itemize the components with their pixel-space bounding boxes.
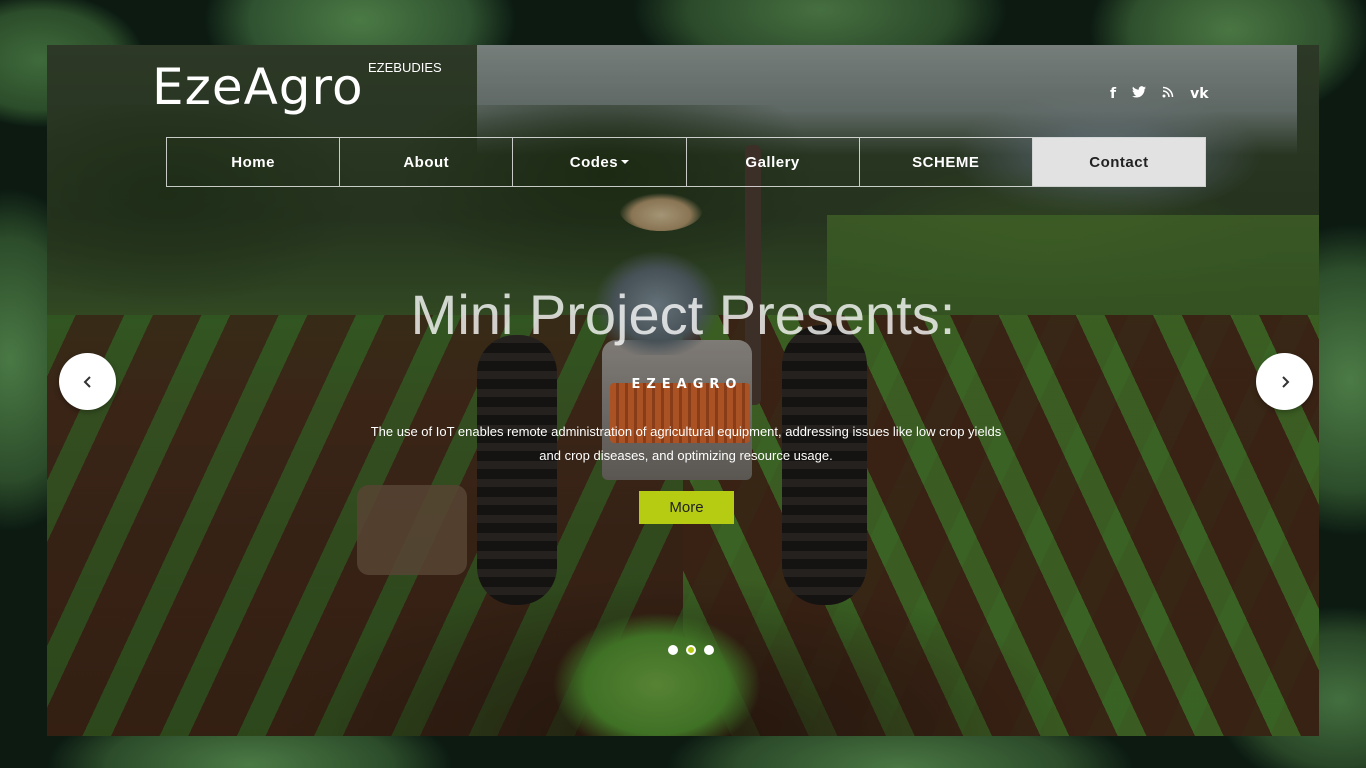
nav-item-gallery[interactable]: Gallery [687,138,860,186]
carousel-dot[interactable] [704,645,714,655]
main-nav: Home About Codes Gallery SCHEME Contact [166,137,1206,187]
social-links: f vk [1110,86,1209,102]
carousel-prev-button[interactable] [59,353,116,410]
carousel-next-button[interactable] [1256,353,1313,410]
nav-item-home[interactable]: Home [167,138,341,186]
site-logo[interactable]: EzeAgro [152,58,364,116]
nav-item-scheme[interactable]: SCHEME [860,138,1033,186]
site-subtitle: EZEBUDIES [368,60,442,75]
chevron-down-icon [621,160,630,164]
twitter-icon[interactable] [1132,86,1147,102]
nav-item-codes[interactable]: Codes [513,138,687,186]
carousel-dot[interactable] [668,645,678,655]
chevron-right-icon [1281,375,1289,388]
tractor-brand-text: EZEAGRO [631,377,743,392]
slide-headline: Mini Project Presents: [410,283,956,346]
rss-icon[interactable] [1162,86,1174,102]
chevron-left-icon [83,375,91,388]
carousel-indicators [668,645,714,655]
slide-description: The use of IoT enables remote administra… [370,424,1002,463]
vk-icon[interactable]: vk [1190,86,1208,102]
nav-item-about[interactable]: About [340,138,514,186]
facebook-icon[interactable]: f [1110,86,1116,102]
carousel-dot-active[interactable] [686,645,696,655]
more-button[interactable]: More [639,491,734,524]
nav-item-contact[interactable]: Contact [1032,138,1206,186]
